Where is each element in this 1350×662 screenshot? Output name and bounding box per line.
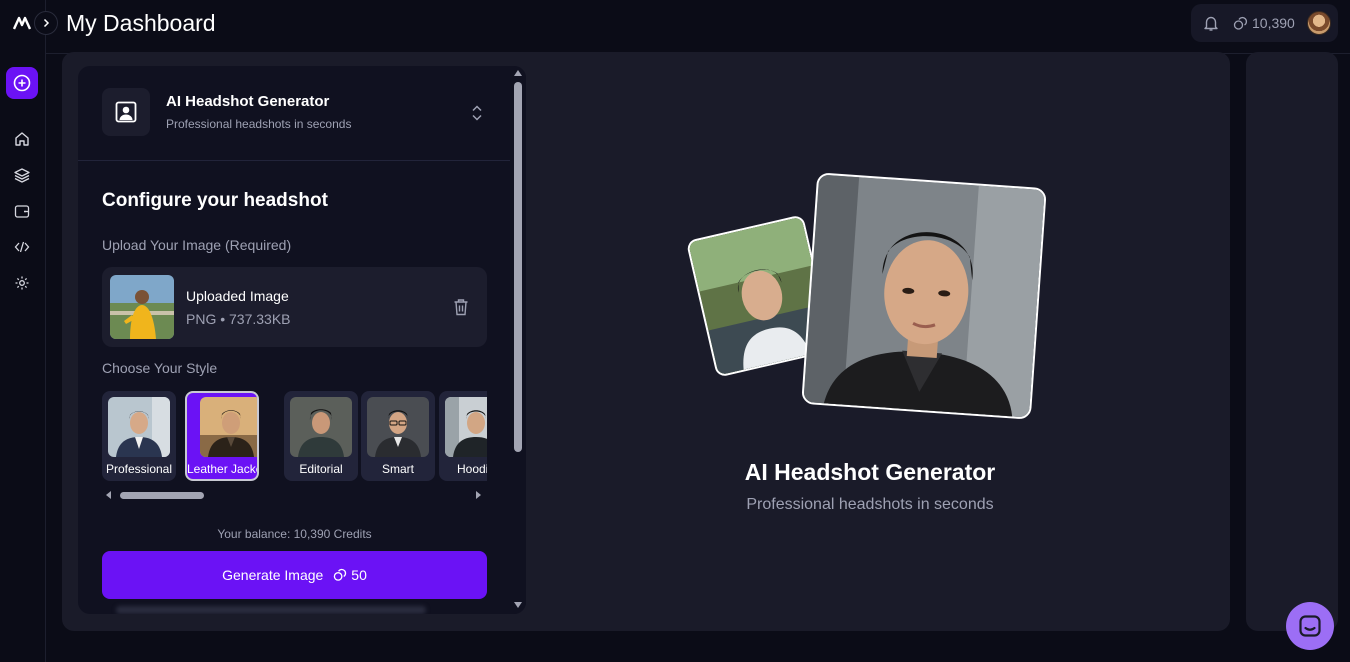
- nav-home[interactable]: [13, 130, 31, 148]
- style-thumbnail: [108, 397, 170, 457]
- nav-layers[interactable]: [13, 166, 31, 184]
- style-carousel: Professional Leather Jacket Editorial Sm…: [102, 391, 487, 481]
- bell-icon: [1204, 16, 1218, 31]
- uploaded-file-card: Uploaded Image PNG • 737.33KB: [102, 267, 487, 347]
- plus-circle-icon: [13, 74, 31, 92]
- style-option-label: Hoodie: [456, 462, 487, 476]
- config-panel: AI Headshot Generator Professional heads…: [78, 66, 526, 614]
- style-option-label: Smart: [381, 462, 414, 476]
- notifications-button[interactable]: [1201, 13, 1221, 33]
- style-thumbnail: [445, 397, 487, 457]
- style-option-professional[interactable]: Professional: [102, 391, 176, 481]
- trash-icon: [454, 299, 468, 316]
- style-thumbnail: [290, 397, 352, 457]
- side-card: [1246, 52, 1338, 631]
- home-icon: [15, 132, 29, 146]
- style-option-smart[interactable]: Smart: [361, 391, 435, 481]
- scroll-left-arrow[interactable]: [105, 491, 113, 499]
- generate-cost: 50: [351, 567, 367, 583]
- style-option-label: Professional: [105, 462, 173, 476]
- style-option-label: Leather Jacket: [187, 462, 259, 476]
- scroll-up-arrow[interactable]: [514, 70, 522, 76]
- tool-subtitle: Professional headshots in seconds: [166, 117, 352, 131]
- gear-icon: [15, 276, 29, 290]
- sidebar-expand-button[interactable]: [34, 11, 58, 35]
- chevron-up-down-icon: [472, 105, 482, 121]
- style-thumbnail: [367, 397, 429, 457]
- tool-selector[interactable]: AI Headshot Generator Professional heads…: [78, 66, 510, 161]
- hero-subtitle: Professional headshots in seconds: [746, 496, 994, 513]
- tool-title: AI Headshot Generator: [166, 93, 330, 110]
- chat-icon: [1299, 615, 1321, 637]
- user-avatar[interactable]: [1306, 11, 1331, 35]
- style-option-hoodie[interactable]: Hoodie: [439, 391, 487, 481]
- generate-label: Generate Image: [222, 567, 324, 583]
- new-creation-button[interactable]: [6, 67, 38, 99]
- balance-text: Your balance: 10,390 Credits: [217, 527, 372, 541]
- hero-title: AI Headshot Generator: [744, 459, 996, 485]
- tool-selector-toggle[interactable]: [466, 102, 488, 124]
- uploaded-file-meta: PNG • 737.33KB: [186, 311, 291, 327]
- credits-count: 10,390: [1252, 15, 1295, 31]
- tool-icon-box: [102, 88, 150, 136]
- layers-icon: [14, 168, 30, 183]
- header-actions: 10,390: [1191, 4, 1338, 42]
- chevron-right-icon: [43, 18, 50, 28]
- chat-support-button[interactable]: [1286, 602, 1334, 650]
- style-option-editorial[interactable]: Editorial: [284, 391, 358, 481]
- blurred-footnote: [116, 606, 426, 614]
- hero-after-photo: [801, 172, 1047, 420]
- portrait-icon: [115, 101, 137, 123]
- generate-image-button[interactable]: Generate Image 50: [102, 551, 487, 599]
- uploaded-thumbnail: [110, 275, 174, 339]
- vertical-scrollbar-thumb[interactable]: [514, 82, 522, 452]
- nav-developer[interactable]: [13, 238, 31, 256]
- wallet-icon: [14, 205, 30, 218]
- nav-settings[interactable]: [13, 274, 31, 292]
- delete-upload-button[interactable]: [450, 296, 472, 318]
- style-thumbnail: [200, 397, 257, 457]
- app-logo[interactable]: [13, 15, 31, 31]
- credits-balance[interactable]: 10,390: [1233, 15, 1295, 31]
- scroll-right-arrow[interactable]: [474, 491, 482, 499]
- coins-icon: [1233, 16, 1247, 30]
- style-option-label: Editorial: [299, 462, 343, 476]
- nav-wallet[interactable]: [13, 202, 31, 220]
- code-icon: [14, 241, 30, 253]
- top-header: My Dashboard 10,390: [46, 0, 1350, 54]
- coins-icon: [334, 568, 347, 581]
- page-title: My Dashboard: [66, 10, 216, 36]
- style-label: Choose Your Style: [102, 360, 218, 376]
- config-title: Configure your headshot: [102, 190, 328, 211]
- uploaded-file-name: Uploaded Image: [186, 288, 289, 304]
- sidebar: [0, 0, 46, 662]
- scroll-down-arrow[interactable]: [514, 602, 522, 608]
- upload-label: Upload Your Image (Required): [102, 237, 292, 253]
- style-option-leather-jacket[interactable]: Leather Jacket: [185, 391, 259, 481]
- horizontal-scrollbar-thumb[interactable]: [120, 492, 204, 499]
